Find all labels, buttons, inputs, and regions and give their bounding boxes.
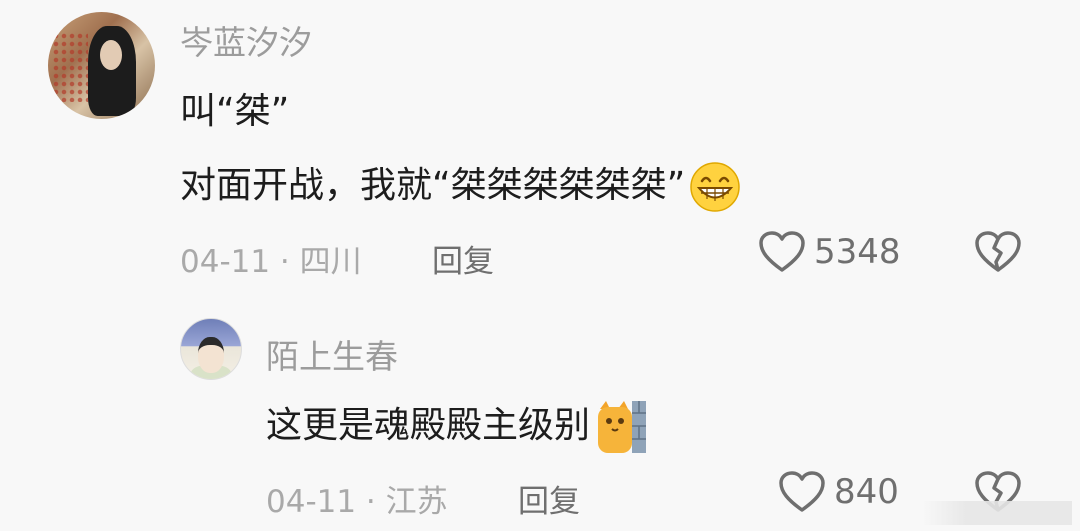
grin-emoji-icon — [690, 162, 741, 212]
heart-outline-icon — [759, 231, 805, 272]
avatar[interactable] — [180, 318, 242, 380]
reply-button[interactable]: 回复 — [518, 476, 580, 521]
watermark-overlay — [922, 501, 1072, 525]
comment-text-line-1: 叫“桀” — [180, 91, 290, 132]
like-count: 840 — [834, 472, 899, 512]
comment-username[interactable]: 岑蓝汐汐 — [180, 16, 312, 64]
like-button[interactable]: 5348 — [758, 230, 901, 274]
broken-heart-icon — [975, 231, 1021, 272]
avatar[interactable] — [48, 12, 155, 119]
heart-outline-icon — [779, 471, 825, 512]
avatar-face — [198, 337, 224, 373]
cat-peek-emoji-icon — [598, 401, 647, 453]
avatar-face — [100, 40, 122, 70]
reply-button[interactable]: 回复 — [432, 236, 494, 281]
comment-text: 这更是魂殿殿主级别 — [266, 405, 591, 446]
like-button[interactable]: 840 — [778, 470, 899, 514]
comment-username[interactable]: 陌上生春 — [266, 330, 398, 378]
comment-text-wrap: 这更是魂殿殿主级别 — [266, 396, 648, 455]
dislike-button[interactable] — [974, 230, 1022, 278]
comment-date-location: 04-11 · 四川 — [180, 244, 362, 280]
comment-text-line-2: 对面开战，我就“桀桀桀桀桀桀” — [180, 165, 686, 206]
avatar-pattern — [52, 32, 88, 102]
comment-date-location: 04-11 · 江苏 — [266, 484, 448, 520]
like-count: 5348 — [814, 232, 901, 272]
comment-text-line-2-wrap: 对面开战，我就“桀桀桀桀桀桀” — [180, 156, 741, 213]
